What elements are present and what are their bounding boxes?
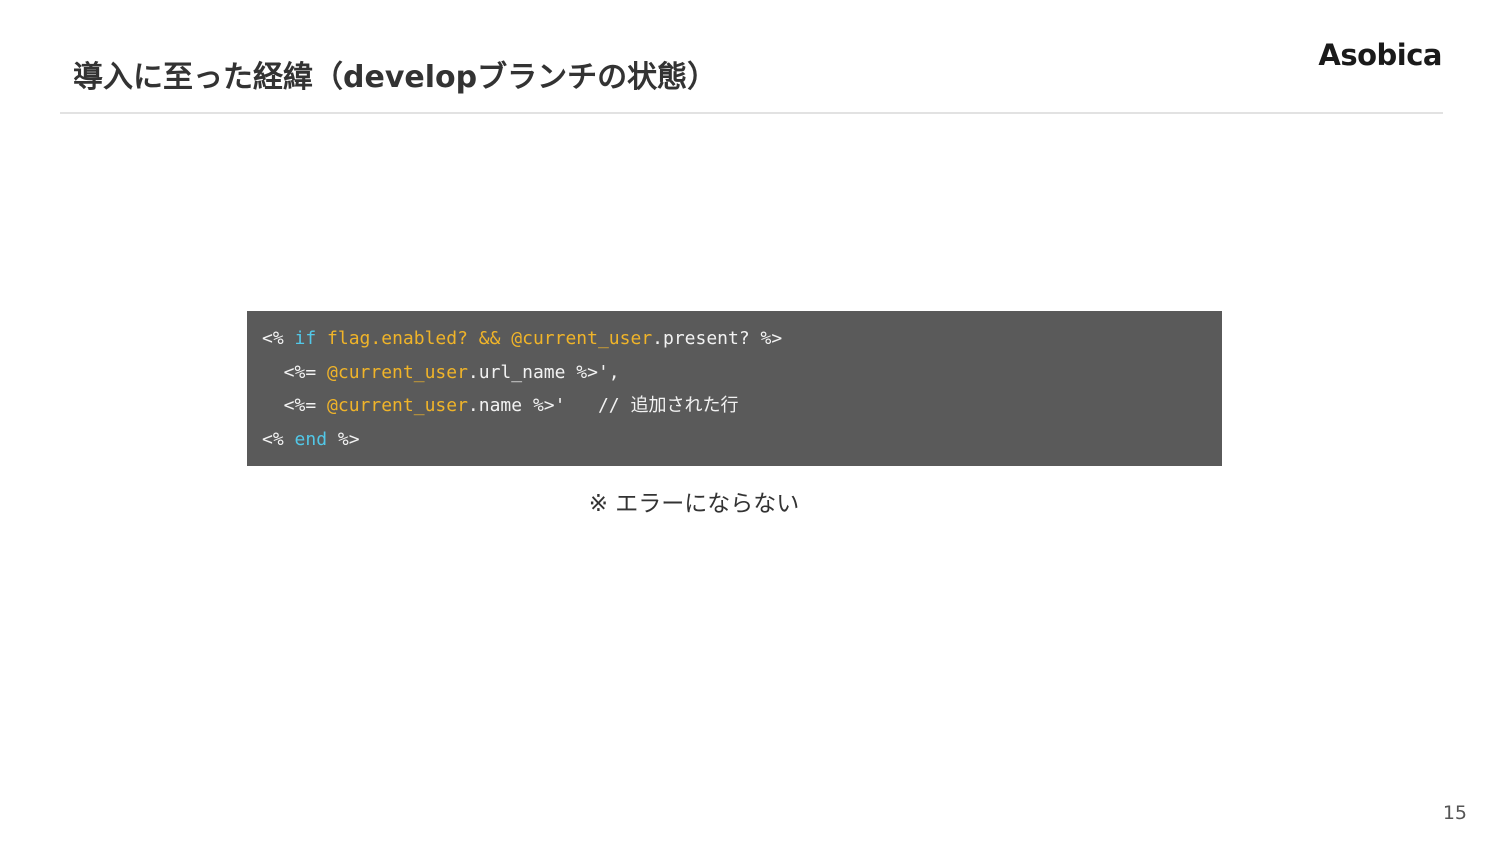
- code-variable: flag.enabled? && @current_user: [327, 328, 653, 349]
- caption: ※ エラーにならない: [588, 491, 800, 517]
- code-line: <% end %>: [262, 423, 1222, 457]
- code-token: %>: [327, 428, 360, 450]
- code-token: <%: [262, 328, 295, 349]
- code-line: <% if flag.enabled? && @current_user.pre…: [262, 322, 1222, 356]
- code-block: <% if flag.enabled? && @current_user.pre…: [247, 311, 1222, 466]
- code-variable: @current_user: [327, 361, 468, 383]
- code-keyword: if: [294, 328, 317, 349]
- code-line: <%= @current_user.name %>' // 追加された行: [262, 389, 1222, 423]
- code-token: .present? %>: [652, 328, 783, 349]
- code-token: .url_name %>',: [467, 361, 620, 383]
- code-token: <%=: [262, 395, 328, 416]
- code-token: <%: [262, 428, 295, 450]
- code-line: <%= @current_user.url_name %>',: [262, 356, 1222, 390]
- code-token: <%=: [262, 361, 328, 383]
- code-variable: @current_user: [327, 395, 468, 416]
- page-number: 15: [1442, 802, 1467, 824]
- code-token: .name %>' // 追加された行: [467, 395, 739, 416]
- title-divider: [60, 112, 1443, 114]
- code-keyword: end: [294, 428, 328, 450]
- asobica-logo: Asobica: [1318, 38, 1442, 72]
- slide-title: 導入に至った経緯（developブランチの状態）: [73, 60, 718, 95]
